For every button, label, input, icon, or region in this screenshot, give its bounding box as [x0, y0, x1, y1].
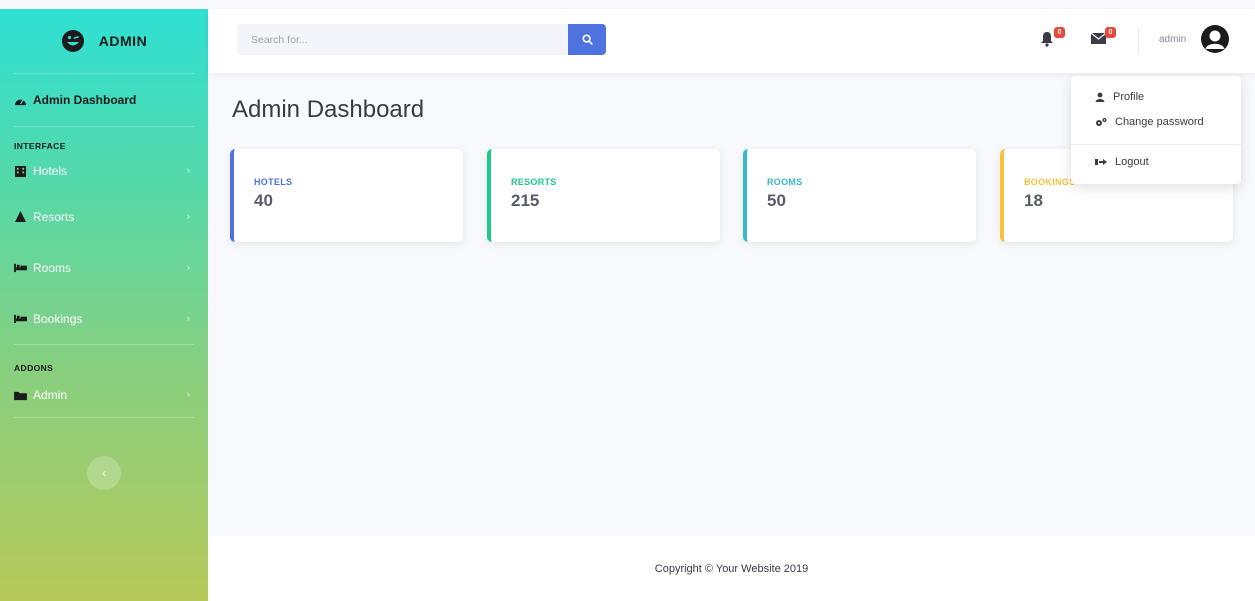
bell-icon [1041, 32, 1053, 47]
dropdown-item-label: Logout [1115, 156, 1149, 168]
sidebar-divider [14, 344, 194, 345]
bed-icon [14, 314, 27, 324]
brand-name: ADMIN [98, 33, 148, 49]
chevron-right-icon: › [186, 312, 190, 325]
card-label: BOOKINGS [1024, 177, 1076, 187]
topbar: 0 0 admin [208, 9, 1255, 73]
card-label: ROOMS [767, 177, 803, 187]
chevron-left-icon: ‹ [102, 466, 106, 480]
stat-card-rooms: ROOMS 50 [743, 149, 976, 242]
sidebar-divider [14, 417, 194, 418]
sidebar-brand[interactable]: ADMIN [0, 9, 208, 73]
user-dropdown-menu: Profile Change password Logout [1071, 76, 1241, 184]
sidebar-item-bookings[interactable]: Bookings › [0, 293, 208, 344]
chevron-right-icon: › [186, 165, 190, 177]
dropdown-item-label: Profile [1113, 91, 1145, 103]
sidebar-divider [14, 126, 194, 127]
sidebar-item-label: Rooms [33, 260, 72, 275]
sidebar-heading-addons: ADDONS [14, 363, 54, 373]
tree-icon [15, 211, 26, 222]
building-icon [15, 165, 26, 177]
search-group [237, 24, 606, 55]
sidebar-toggle-button[interactable]: ‹ [87, 456, 121, 490]
chevron-right-icon: › [186, 389, 190, 401]
page-title: Admin Dashboard [232, 96, 425, 123]
sidebar-item-hotels[interactable]: Hotels › [0, 151, 208, 191]
search-icon [581, 34, 593, 45]
card-label: RESORTS [511, 177, 557, 187]
sidebar-item-dashboard[interactable]: Admin Dashboard [0, 74, 208, 126]
sidebar-dashboard-label: Admin Dashboard [33, 93, 137, 107]
stat-card-resorts: RESORTS 215 [487, 149, 720, 242]
chevron-right-icon: › [186, 261, 190, 274]
card-value: 215 [511, 191, 540, 210]
alerts-count-badge: 0 [1054, 27, 1065, 38]
sidebar-item-label: Hotels [33, 164, 68, 178]
avatar[interactable] [1200, 24, 1230, 54]
sidebar: ADMIN Admin Dashboard INTERFACE Hotels ›… [0, 9, 208, 601]
dropdown-divider [1071, 144, 1241, 145]
dropdown-item-change-password[interactable]: Change password [1095, 116, 1204, 128]
card-label: HOTELS [254, 177, 293, 187]
card-value: 50 [767, 191, 786, 210]
laugh-wink-icon [61, 30, 84, 52]
topbar-divider [1138, 29, 1139, 53]
search-button[interactable] [568, 24, 606, 55]
sidebar-heading-interface: INTERFACE [14, 141, 66, 151]
sidebar-item-label: Admin [33, 388, 68, 402]
sidebar-item-resorts[interactable]: Resorts › [0, 191, 208, 242]
tachometer-icon [15, 98, 26, 105]
alerts-button[interactable]: 0 [1040, 27, 1065, 49]
bed-icon [14, 263, 27, 273]
dropdown-item-label: Change password [1115, 116, 1204, 128]
sidebar-item-admin[interactable]: Admin › [0, 373, 208, 417]
footer: Copyright © Your Website 2019 [208, 536, 1255, 601]
card-value: 18 [1024, 191, 1043, 210]
copyright-text: Copyright © Your Website 2019 [654, 562, 809, 575]
user-icon [1095, 92, 1105, 102]
messages-count-badge: 0 [1105, 27, 1116, 38]
user-name[interactable]: admin [1159, 34, 1186, 45]
search-input[interactable] [237, 24, 568, 55]
sign-out-icon [1095, 159, 1107, 165]
folder-icon [14, 391, 27, 400]
card-value: 40 [254, 191, 273, 210]
dropdown-item-logout[interactable]: Logout [1095, 156, 1149, 168]
stat-card-hotels: HOTELS 40 [230, 149, 463, 242]
sidebar-item-label: Resorts [33, 209, 75, 224]
dropdown-item-profile[interactable]: Profile [1095, 91, 1144, 103]
sidebar-item-label: Bookings [33, 311, 83, 326]
chevron-right-icon: › [186, 210, 190, 223]
messages-button[interactable]: 0 [1090, 27, 1116, 49]
sidebar-item-rooms[interactable]: Rooms › [0, 242, 208, 293]
cogs-icon [1096, 118, 1107, 126]
